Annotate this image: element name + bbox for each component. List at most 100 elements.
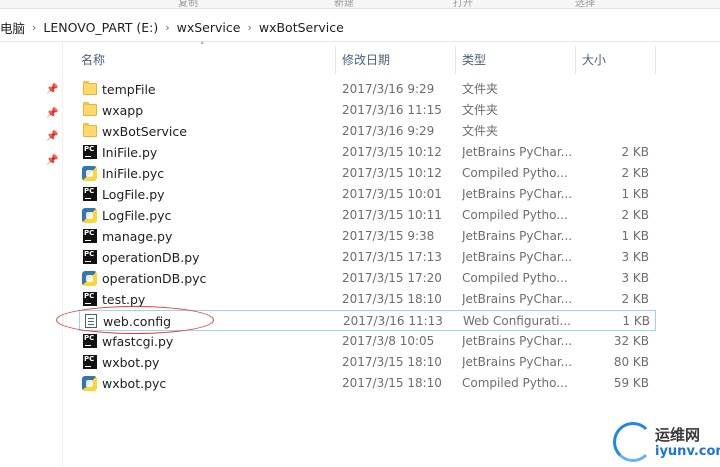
file-row[interactable]: wfastcgi.py 2017/3/8 10:05 JetBrains PyCha… [79,331,656,352]
pycharm-file-icon [83,292,97,306]
file-row[interactable]: operationDB.py 2017/3/15 17:13 JetBrains P… [79,247,656,268]
file-size [577,100,649,121]
breadcrumb-item-drive[interactable]: LENOVO_PART (E:) [43,20,158,35]
file-type: JetBrains PyChar... [462,187,573,201]
file-row[interactable]: wxBotService 2017/3/16 9:29 文件夹 [79,121,656,142]
watermark-text: 运维网 [655,426,701,444]
file-size: 2 KB [621,292,649,306]
pin-icon[interactable]: 📌 [46,156,58,166]
file-icon-cell [82,333,98,349]
file-row[interactable]: wxapp 2017/3/16 11:15 文件夹 [79,100,656,121]
pycharm-file-icon [83,250,97,264]
address-bar[interactable]: 电脑 › LENOVO_PART (E:) › wxService › wxBo… [0,11,720,42]
pycharm-file-icon [83,334,97,348]
file-name: LogFile.pyc [102,208,172,223]
file-date: 2017/3/15 18:10 [342,355,442,369]
file-date: 2017/3/15 17:20 [342,271,442,285]
file-date: 2017/3/8 10:05 [342,334,435,348]
pycharm-file-icon [83,187,97,201]
file-size: 2 KB [621,166,649,180]
file-size: 1 KB [621,187,649,201]
folder-icon [83,102,97,116]
file-type: JetBrains PyChar... [462,292,573,306]
file-type: 文件夹 [462,82,499,96]
column-header-size[interactable]: 大小 [576,46,655,74]
column-divider[interactable] [655,46,656,74]
file-row[interactable]: wxbot.pyc 2017/3/15 18:10 Compiled Pytho..… [79,373,656,394]
ribbon-label[interactable]: 打开 [453,0,473,9]
file-icon-cell [82,354,98,370]
breadcrumb-item-computer[interactable]: 电脑 [0,18,25,37]
file-size: 59 KB [613,376,649,390]
file-row[interactable]: LogFile.pyc 2017/3/15 10:11 Compiled Pytho… [79,205,656,226]
pin-icon[interactable]: 📌 [46,109,58,119]
highlight-ellipse [56,306,214,334]
file-type: JetBrains PyChar... [462,229,573,243]
file-date: 2017/3/15 9:38 [342,229,435,243]
file-name: operationDB.pyc [102,271,207,286]
file-size [577,121,649,142]
watermark-logo-icon [613,422,653,462]
file-type: JetBrains PyChar... [462,355,573,369]
file-date: 2017/3/15 10:12 [342,166,442,180]
file-name: tempFile [102,82,156,97]
file-name: wxBotService [102,124,187,139]
column-header-type[interactable]: 类型 [456,46,575,74]
pin-icon[interactable]: 📌 [46,132,58,142]
file-size: 1 KB [622,314,650,328]
ribbon-label[interactable]: 新建 [334,0,354,9]
python-compiled-icon [82,208,97,223]
file-icon-cell [82,270,98,286]
file-row[interactable]: manage.py 2017/3/15 9:38 JetBrains PyChar.… [79,226,656,247]
file-type: Compiled Pytho... [462,208,568,222]
file-date: 2017/3/15 18:10 [342,376,442,390]
file-size: 3 KB [621,271,649,285]
file-size: 3 KB [621,250,649,264]
chevron-right-icon[interactable]: › [247,21,251,34]
file-name: wxbot.py [102,355,160,370]
pycharm-file-icon [83,145,97,159]
file-row[interactable]: LogFile.py 2017/3/15 10:01 JetBrains PyCha… [79,184,656,205]
file-type: 文件夹 [462,124,499,138]
file-date: 2017/3/15 10:12 [342,145,442,159]
folder-icon [83,81,97,95]
file-name: wxbot.pyc [102,376,167,391]
file-type: JetBrains PyChar... [462,334,573,348]
file-date: 2017/3/15 10:01 [342,187,442,201]
file-icon-cell [82,165,98,181]
python-compiled-icon [82,271,97,286]
chevron-right-icon[interactable]: › [165,21,169,34]
file-row[interactable]: tempFile 2017/3/16 9:29 文件夹 [79,79,656,100]
column-header-name[interactable]: 名称 [75,46,335,74]
file-icon-cell [82,375,98,391]
file-row[interactable]: IniFile.pyc 2017/3/15 10:12 Compiled Pytho… [79,163,656,184]
file-type: Compiled Pytho... [462,166,568,180]
file-type: JetBrains PyChar... [462,145,573,159]
file-size: 1 KB [621,229,649,243]
file-row[interactable]: operationDB.pyc 2017/3/15 17:20 Compiled P… [79,268,656,289]
file-size: 2 KB [621,208,649,222]
file-size [577,79,649,100]
file-name: wfastcgi.py [102,334,174,349]
file-row[interactable]: IniFile.py 2017/3/15 10:12 JetBrains PyCha… [79,142,656,163]
pin-icon[interactable]: 📌 [46,85,58,95]
file-type: 文件夹 [462,103,499,117]
file-icon-cell [82,291,98,307]
breadcrumb-item-wxservice[interactable]: wxService [177,20,241,35]
chevron-right-icon[interactable]: › [32,21,36,34]
file-date: 2017/3/16 9:29 [342,82,435,96]
breadcrumb-item-wxbotservice[interactable]: wxBotService [259,20,344,35]
file-row[interactable]: wxbot.py 2017/3/15 18:10 JetBrains PyChar.… [79,352,656,373]
pycharm-file-icon [83,355,97,369]
file-date: 2017/3/15 17:13 [342,250,442,264]
file-date: 2017/3/16 11:15 [342,103,442,117]
nav-pane-divider [62,42,63,467]
file-icon-cell [82,81,98,97]
file-date: 2017/3/16 11:13 [343,314,443,328]
column-header-date[interactable]: 修改日期 [336,46,455,74]
file-icon-cell [82,144,98,160]
file-type: JetBrains PyChar... [462,250,573,264]
python-compiled-icon [82,376,97,391]
ribbon-label[interactable]: 选择 [575,0,595,9]
ribbon-label[interactable]: 复制 [178,0,198,9]
